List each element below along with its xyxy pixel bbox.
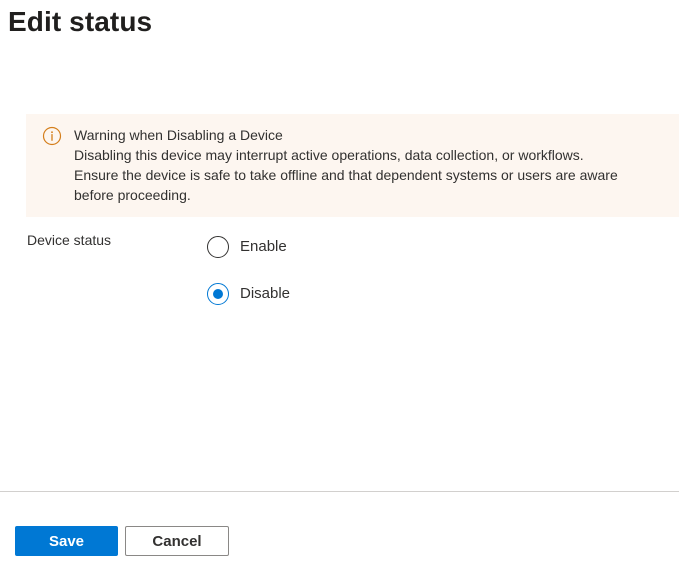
- device-status-label: Device status: [27, 232, 112, 248]
- warning-line: Disabling this device may interrupt acti…: [74, 147, 584, 163]
- disable-radio-label[interactable]: Disable: [240, 283, 290, 305]
- warning-line: before proceeding.: [74, 187, 191, 203]
- save-button[interactable]: Save: [15, 526, 118, 556]
- disable-radio-option[interactable]: Disable: [207, 283, 290, 305]
- warning-text: Warning when Disabling a Device Disablin…: [74, 125, 674, 205]
- page-title: Edit status: [8, 6, 153, 37]
- warning-banner: Warning when Disabling a Device Disablin…: [26, 114, 679, 217]
- enable-radio-label[interactable]: Enable: [240, 236, 287, 258]
- enable-radio-button[interactable]: [207, 236, 229, 258]
- footer-divider: [0, 491, 679, 492]
- enable-radio-option[interactable]: Enable: [207, 236, 287, 258]
- info-icon: [42, 126, 62, 146]
- warning-title: Warning when Disabling a Device: [74, 127, 283, 143]
- cancel-button[interactable]: Cancel: [125, 526, 229, 556]
- disable-radio-button[interactable]: [207, 283, 229, 305]
- warning-line: Ensure the device is safe to take offlin…: [74, 167, 618, 183]
